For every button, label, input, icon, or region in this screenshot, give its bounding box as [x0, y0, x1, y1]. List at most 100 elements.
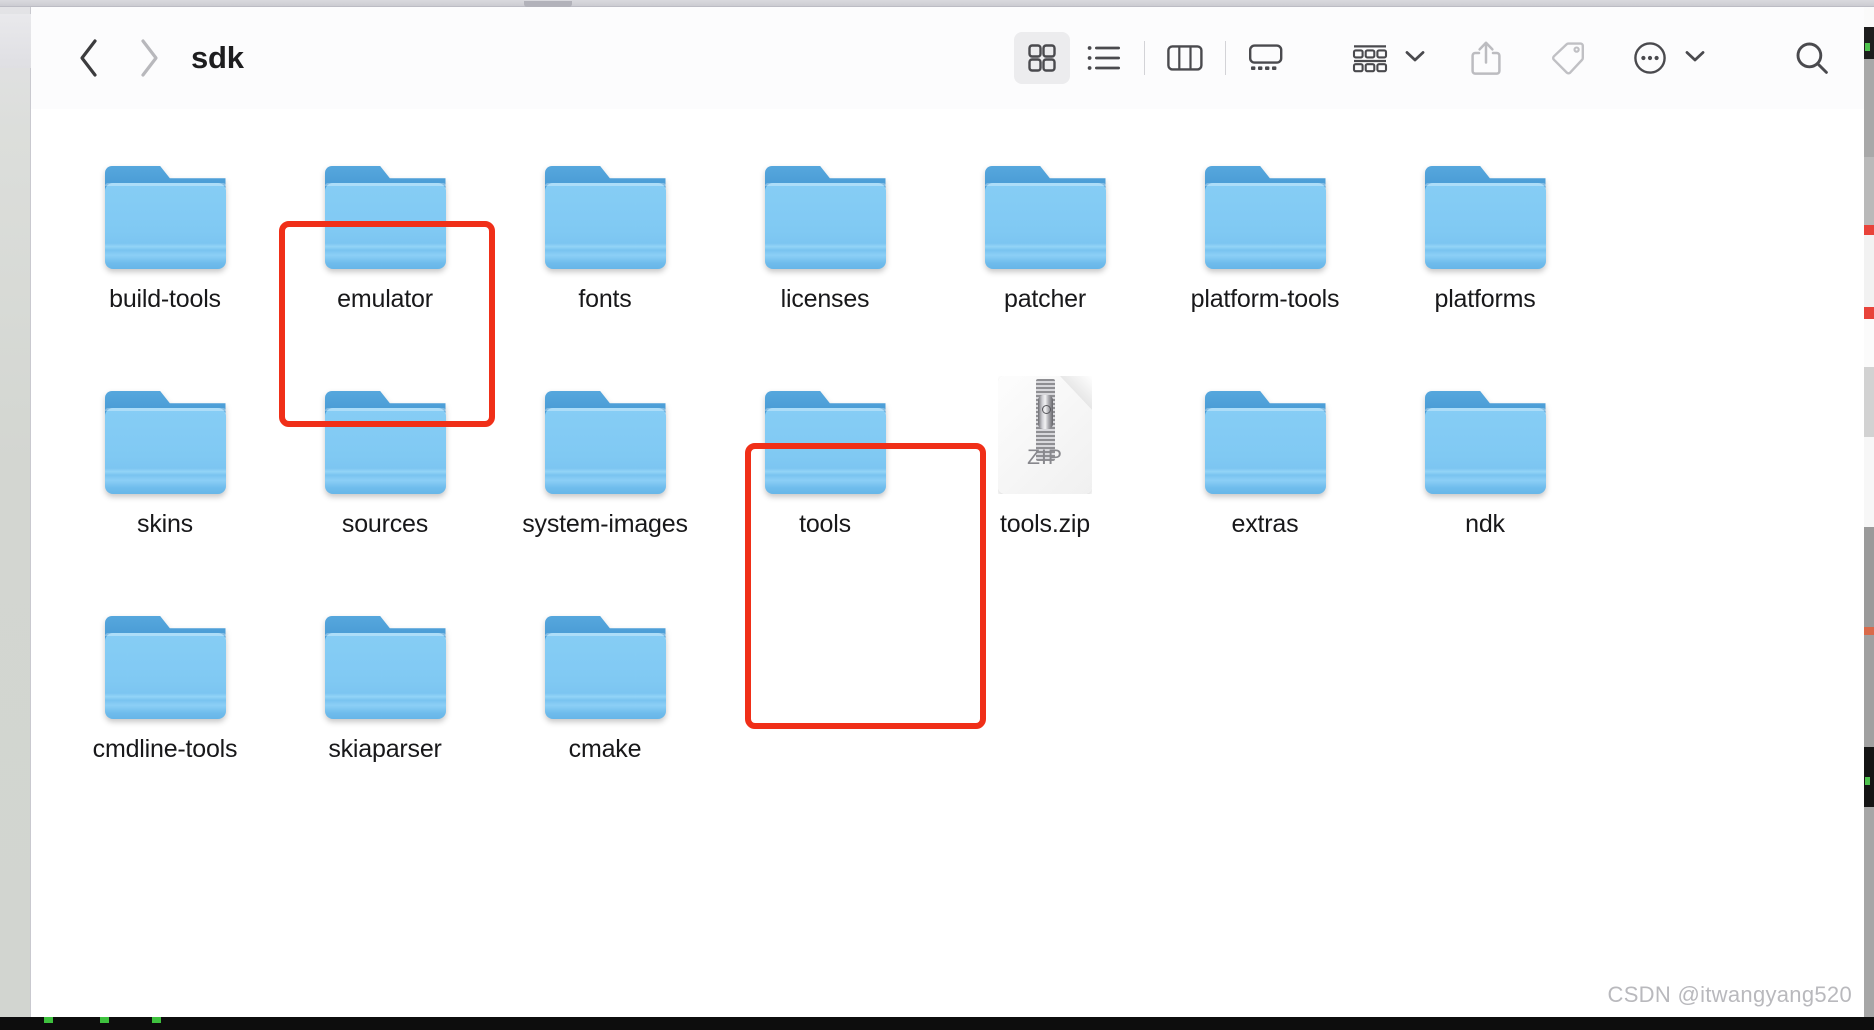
file-icon-wrap: ZIP	[983, 370, 1107, 494]
file-item-label: extras	[1231, 510, 1299, 538]
ellipsis-circle-icon	[1633, 41, 1667, 75]
icon-view-button[interactable]	[1014, 32, 1070, 84]
folder-body	[1204, 183, 1326, 269]
group-button[interactable]	[1342, 32, 1398, 84]
file-item-label: tools	[799, 510, 851, 538]
file-item-build-tools[interactable]: build-tools	[55, 127, 275, 352]
more-control[interactable]	[1622, 32, 1712, 84]
gallery-view-button[interactable]	[1238, 32, 1294, 84]
file-item-label: sources	[341, 510, 429, 538]
desktop-right-edge	[1864, 7, 1874, 1017]
column-view-button[interactable]	[1157, 32, 1213, 84]
file-item-platform-tools[interactable]: platform-tools	[1155, 127, 1375, 352]
file-item-tools[interactable]: tools	[715, 352, 935, 577]
folder-body	[104, 183, 226, 269]
window-top-edge	[0, 0, 1874, 7]
folder-body	[324, 408, 446, 494]
file-item-label: build-tools	[109, 285, 221, 313]
folder-body	[324, 633, 446, 719]
folder-icon	[1204, 166, 1326, 269]
zip-badge-label: ZIP	[1027, 446, 1063, 469]
gallery-icon	[1248, 44, 1284, 72]
file-item-label: skins	[137, 510, 193, 538]
bottom-marker-1	[44, 1017, 53, 1023]
file-item-skiaparser[interactable]: skiaparser	[275, 577, 495, 802]
folder-body	[544, 633, 666, 719]
columns-icon	[1167, 44, 1203, 72]
file-item-sources[interactable]: sources	[275, 352, 495, 577]
file-item-ndk[interactable]: ndk	[1375, 352, 1595, 577]
file-item-licenses[interactable]: licenses	[715, 127, 935, 352]
forward-button[interactable]	[127, 36, 171, 80]
finder-sidebar-edge[interactable]	[0, 7, 31, 1017]
grid-icon	[1027, 43, 1057, 73]
toolbar-divider-2	[1225, 41, 1226, 75]
page-title: sdk	[191, 40, 244, 75]
file-item-label: licenses	[780, 285, 870, 313]
window-bottom-edge	[0, 1017, 1874, 1030]
search-button[interactable]	[1784, 32, 1840, 84]
file-item-label: cmake	[568, 735, 642, 763]
folder-icon	[1424, 166, 1546, 269]
more-button[interactable]	[1622, 32, 1678, 84]
file-item-tools.zip[interactable]: ZIP tools.zip	[935, 352, 1155, 577]
folder-icon	[104, 616, 226, 719]
group-by-control[interactable]	[1342, 32, 1432, 84]
file-item-label: platform-tools	[1190, 285, 1340, 313]
file-item-label: cmdline-tools	[92, 735, 238, 763]
file-icon-wrap	[763, 370, 887, 494]
folder-icon	[984, 166, 1106, 269]
back-button[interactable]	[67, 36, 111, 80]
group-dropdown-button[interactable]	[1398, 32, 1432, 84]
folder-body	[764, 408, 886, 494]
list-icon	[1087, 44, 1121, 72]
folder-icon	[544, 391, 666, 494]
folder-icon	[544, 166, 666, 269]
icon-grid-row: cmdline-tools skiaparser cmake	[55, 577, 1864, 802]
file-item-extras[interactable]: extras	[1155, 352, 1375, 577]
file-icon-wrap	[543, 595, 667, 719]
file-icon-wrap	[323, 595, 447, 719]
file-item-platforms[interactable]: platforms	[1375, 127, 1595, 352]
more-dropdown-button[interactable]	[1678, 32, 1712, 84]
file-icon-wrap	[323, 370, 447, 494]
folder-body	[544, 183, 666, 269]
watermark: CSDN @itwangyang520	[1607, 982, 1852, 1007]
share-button[interactable]	[1458, 32, 1514, 84]
file-icon-wrap	[1203, 145, 1327, 269]
folder-icon	[324, 166, 446, 269]
file-item-skins[interactable]: skins	[55, 352, 275, 577]
chevron-left-icon	[75, 36, 103, 80]
folder-icon	[764, 166, 886, 269]
file-item-cmake[interactable]: cmake	[495, 577, 715, 802]
folder-body	[984, 183, 1106, 269]
file-item-label: skiaparser	[328, 735, 442, 763]
file-item-label: patcher	[1004, 285, 1086, 313]
folder-body	[544, 408, 666, 494]
icon-grid-row: skins sources system-images tools ZIP tools.z…	[55, 352, 1864, 577]
file-item-fonts[interactable]: fonts	[495, 127, 715, 352]
search-icon	[1794, 40, 1830, 76]
file-icon-wrap	[103, 595, 227, 719]
folder-icon	[104, 166, 226, 269]
file-item-label: emulator	[337, 285, 433, 313]
chevron-down-icon	[1404, 49, 1426, 68]
file-item-system-images[interactable]: system-images	[495, 352, 715, 577]
file-browser-area[interactable]: build-tools emulator fonts licenses patcher p…	[31, 109, 1864, 1017]
file-item-cmdline-tools[interactable]: cmdline-tools	[55, 577, 275, 802]
finder-sidebar-header-edge	[0, 14, 31, 68]
finder-toolbar: sdk	[31, 7, 1864, 109]
file-icon-wrap	[1423, 370, 1547, 494]
file-icon-wrap	[1423, 145, 1547, 269]
folder-icon	[1424, 391, 1546, 494]
share-icon	[1471, 40, 1501, 76]
file-icon-wrap	[1203, 370, 1327, 494]
tags-button[interactable]	[1540, 32, 1596, 84]
file-icon-wrap	[543, 145, 667, 269]
file-item-emulator[interactable]: emulator	[275, 127, 495, 352]
file-item-label: platforms	[1434, 285, 1536, 313]
folder-body	[104, 633, 226, 719]
file-icon-wrap	[763, 145, 887, 269]
list-view-button[interactable]	[1076, 32, 1132, 84]
file-item-patcher[interactable]: patcher	[935, 127, 1155, 352]
